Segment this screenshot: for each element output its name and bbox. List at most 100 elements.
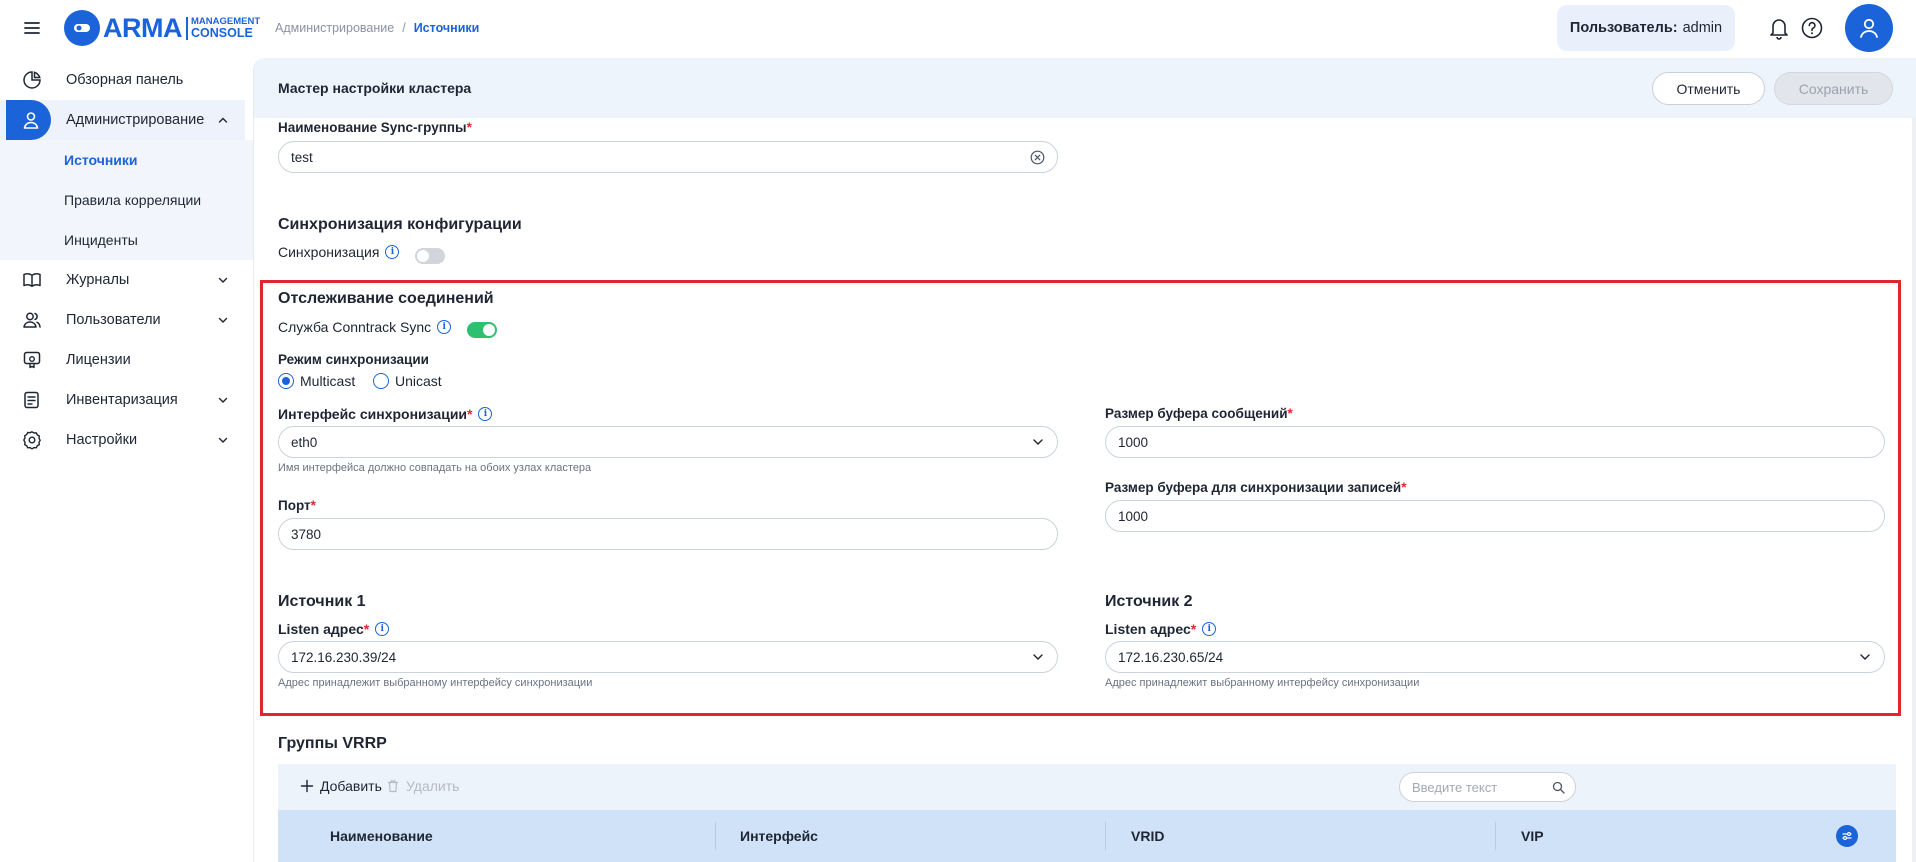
radio-unicast[interactable]: Unicast <box>373 373 442 389</box>
sidebar-item-journals[interactable]: Журналы <box>0 260 245 300</box>
column-settings-button[interactable] <box>1836 825 1858 847</box>
radio-unicast-label: Unicast <box>395 373 442 389</box>
msg-buffer-input[interactable]: 1000 <box>1105 426 1885 458</box>
sidebar-item-label: Инвентаризация <box>66 392 178 408</box>
user-badge: Пользователь: admin <box>1557 5 1735 51</box>
rec-buffer-value: 1000 <box>1118 508 1149 524</box>
user-icon <box>1857 16 1881 40</box>
port-input[interactable]: 3780 <box>278 518 1058 550</box>
radio-multicast[interactable]: Multicast <box>278 373 355 389</box>
config-sync-title: Синхронизация конфигурации <box>278 216 522 233</box>
column-header-name[interactable]: Наименование <box>330 828 433 844</box>
breadcrumb-admin[interactable]: Администрирование <box>275 21 394 35</box>
radio-dot <box>278 373 294 389</box>
sidebar-item-dashboard[interactable]: Обзорная панель <box>0 60 245 100</box>
column-header-vrid[interactable]: VRID <box>1131 828 1164 844</box>
info-icon[interactable]: i <box>1202 622 1217 636</box>
sidebar-item-label: Журналы <box>66 272 130 288</box>
breadcrumb-current: Источники <box>413 21 480 35</box>
conntrack-toggle[interactable] <box>467 322 497 338</box>
logo-text: ARMA <box>103 12 183 43</box>
search-icon[interactable] <box>1552 781 1565 794</box>
source2-hint: Адрес принадлежит выбранному интерфейсу … <box>1105 677 1420 689</box>
sliders-icon <box>1841 830 1853 842</box>
sidebar-item-inventory[interactable]: Инвентаризация <box>0 380 245 420</box>
sidebar-item-label: Администрирование <box>66 112 205 128</box>
avatar[interactable] <box>1845 4 1893 52</box>
sidebar-submenu: Источники Правила корреляции Инциденты <box>0 140 253 260</box>
sidebar-subitem-correlation-rules[interactable]: Правила корреляции <box>64 192 201 208</box>
chevron-down-icon <box>1031 435 1045 449</box>
chevron-down-icon <box>217 434 229 446</box>
sync-group-value: test <box>291 149 313 165</box>
vrrp-toolbar: Добавить Удалить Введите текст <box>278 764 1896 810</box>
trash-icon <box>386 779 400 793</box>
logo-subtitle: MANAGEMENT CONSOLE <box>186 16 260 40</box>
sidebar-item-label: Лицензии <box>66 352 131 368</box>
sidebar-subitem-incidents[interactable]: Инциденты <box>64 232 138 248</box>
sync-group-input[interactable]: test <box>278 141 1058 173</box>
config-sync-toggle[interactable] <box>415 248 445 264</box>
source2-listen-select[interactable]: 172.16.230.65/24 <box>1105 641 1885 673</box>
chevron-down-icon <box>217 274 229 286</box>
vrrp-title: Группы VRRP <box>278 735 387 752</box>
vrrp-table-header: Наименование Интерфейс VRID VIP <box>278 810 1896 862</box>
menu-icon[interactable] <box>20 16 44 40</box>
conntrack-title: Отслеживание соединений <box>278 290 494 307</box>
rec-buffer-input[interactable]: 1000 <box>1105 500 1885 532</box>
interface-label: Интерфейс синхронизации <box>278 406 468 422</box>
source1-title: Источник 1 <box>278 593 366 610</box>
column-header-interface[interactable]: Интерфейс <box>740 828 818 844</box>
page-title: Мастер настройки кластера <box>278 80 472 96</box>
user-label: Пользователь: <box>1569 20 1678 36</box>
cancel-button[interactable]: Отменить <box>1652 72 1765 105</box>
pie-chart-icon <box>0 70 50 90</box>
bell-icon[interactable] <box>1768 16 1790 40</box>
source2-listen-label: Listen адрес <box>1105 621 1191 637</box>
add-button[interactable]: Добавить <box>300 778 382 794</box>
chevron-down-icon <box>1031 650 1045 664</box>
sidebar-item-users[interactable]: Пользователи <box>0 300 245 340</box>
sidebar-item-administration[interactable]: Администрирование <box>0 100 245 140</box>
sidebar-item-settings[interactable]: Настройки <box>0 420 245 460</box>
source1-listen-value: 172.16.230.39/24 <box>291 649 397 665</box>
clear-icon[interactable] <box>1030 150 1045 165</box>
sidebar-item-label: Пользователи <box>66 312 161 328</box>
chevron-down-icon <box>217 394 229 406</box>
book-icon <box>0 270 50 290</box>
config-sync-label: Синхронизация <box>278 244 380 260</box>
help-icon[interactable] <box>1800 16 1824 40</box>
source1-hint: Адрес принадлежит выбранному интерфейсу … <box>278 677 593 689</box>
logo-icon <box>64 10 100 46</box>
info-icon[interactable]: i <box>437 320 452 334</box>
source2-title: Источник 2 <box>1105 593 1193 610</box>
breadcrumb-separator: / <box>402 21 406 35</box>
sidebar: Обзорная панель Администрирование Источн… <box>0 58 253 862</box>
interface-select[interactable]: eth0 <box>278 426 1058 458</box>
port-label: Порт* <box>278 498 316 513</box>
radio-multicast-label: Multicast <box>300 373 356 389</box>
port-value: 3780 <box>291 526 322 542</box>
info-icon[interactable]: i <box>385 245 400 259</box>
sidebar-subitem-sources[interactable]: Источники <box>64 152 138 168</box>
search-input[interactable]: Введите текст <box>1399 772 1576 802</box>
source1-listen-select[interactable]: 172.16.230.39/24 <box>278 641 1058 673</box>
breadcrumb: Администрирование / Источники <box>275 21 479 35</box>
search-placeholder: Введите текст <box>1412 779 1498 795</box>
top-bar: ARMA MANAGEMENT CONSOLE Администрировани… <box>0 0 1916 58</box>
source1-listen-label: Listen адрес <box>278 621 364 637</box>
gear-icon <box>0 430 50 450</box>
scrollbar[interactable] <box>1912 118 1916 862</box>
logo[interactable]: ARMA MANAGEMENT CONSOLE <box>64 10 260 46</box>
delete-label: Удалить <box>406 778 460 794</box>
rec-buffer-label: Размер буфера для синхронизации записей* <box>1105 480 1407 495</box>
sidebar-item-licenses[interactable]: Лицензии <box>0 340 245 380</box>
info-icon[interactable]: i <box>478 407 493 421</box>
column-header-vip[interactable]: VIP <box>1521 828 1544 844</box>
conntrack-row: Служба Conntrack Sync i <box>278 319 452 335</box>
delete-button[interactable]: Удалить <box>386 778 459 794</box>
save-button[interactable]: Сохранить <box>1774 72 1893 105</box>
chevron-down-icon <box>1858 650 1872 664</box>
source1-listen-label-row: Listen адрес* i <box>278 621 390 637</box>
info-icon[interactable]: i <box>375 622 390 636</box>
